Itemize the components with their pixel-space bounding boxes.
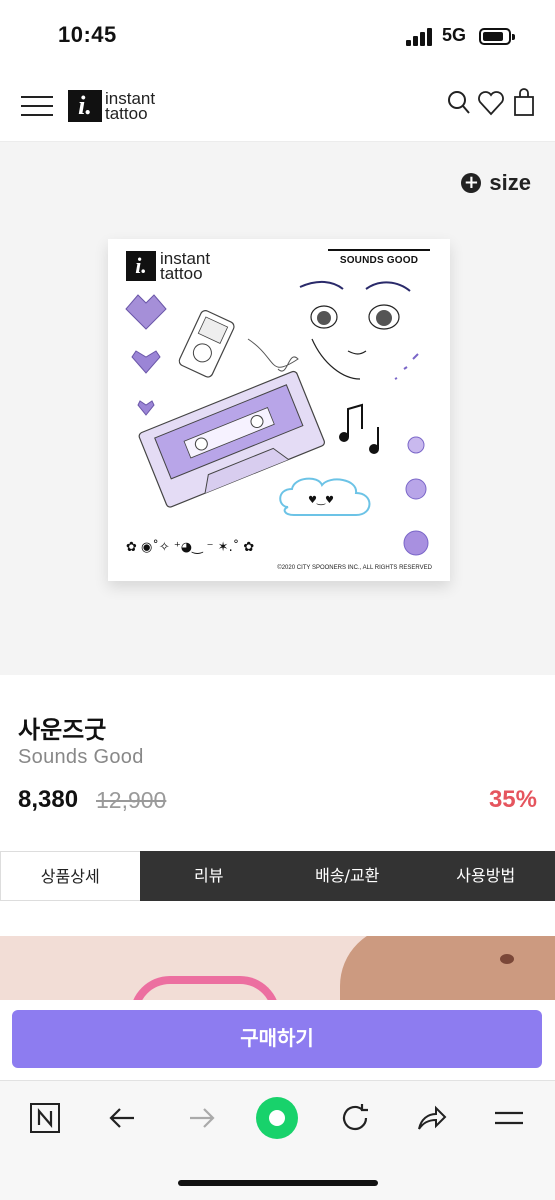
buy-bar: 구매하기: [0, 1000, 555, 1080]
logo-line-2: tattoo: [105, 104, 148, 123]
card-logo: i. instant tattoo: [126, 250, 210, 283]
size-label: size: [489, 170, 531, 195]
site-header: i. instant tattoo: [0, 72, 555, 142]
tab-reviews[interactable]: 리뷰: [139, 851, 278, 901]
tattoo-sticker-artwork: ♥‿♥ ✿ ◉˚✧ ⁺◕‿ ⁻ ✶.˚ ✿: [125, 281, 429, 556]
logo-mark: i.: [68, 90, 102, 122]
product-image-area: + size ♥‿♥ ✿ ◉˚✧ ⁺◕‿ ⁻ ✶.˚ ✿ i. instant …: [0, 142, 555, 675]
signal-icon: [406, 28, 434, 46]
product-tattoo-card[interactable]: ♥‿♥ ✿ ◉˚✧ ⁺◕‿ ⁻ ✶.˚ ✿ i. instant tattoo …: [108, 239, 450, 581]
green-home-dot-icon[interactable]: [254, 1095, 300, 1141]
forward-arrow-icon[interactable]: [184, 1101, 218, 1135]
naver-n-icon[interactable]: [28, 1101, 62, 1135]
tab-product-detail[interactable]: 상품상세: [0, 851, 140, 901]
sale-price: 8,380: [18, 786, 79, 813]
battery-icon: [479, 28, 515, 45]
card-copyright: ©2020 CITY SPOONERS INC., ALL RIGHTS RES…: [277, 565, 432, 571]
shopping-bag-icon[interactable]: [510, 86, 540, 120]
tab-how-to-use[interactable]: 사용방법: [416, 851, 555, 901]
tab-shipping-exchange[interactable]: 배송/교환: [278, 851, 417, 901]
svg-text:✿ ◉˚✧ ⁺◕‿ ⁻ ✶.˚ ✿: ✿ ◉˚✧ ⁺◕‿ ⁻ ✶.˚ ✿: [126, 539, 254, 555]
plus-circle-icon: +: [461, 173, 482, 193]
card-logo-mark: i.: [126, 251, 156, 281]
refresh-icon[interactable]: [338, 1101, 372, 1135]
menu-lines-icon[interactable]: [492, 1101, 526, 1135]
back-arrow-icon[interactable]: [106, 1101, 140, 1135]
card-logo-text: instant tattoo: [160, 250, 210, 283]
share-icon[interactable]: [414, 1101, 448, 1135]
status-bar: 10:45 5G: [0, 0, 555, 72]
search-icon[interactable]: [444, 86, 474, 120]
card-logo-line-2: tattoo: [160, 264, 203, 283]
discount-rate: 35%: [488, 786, 537, 813]
size-button[interactable]: + size: [461, 170, 531, 196]
detail-image: [0, 936, 555, 1000]
network-label: 5G: [442, 25, 467, 45]
card-title: SOUNDS GOOD: [328, 249, 430, 266]
home-indicator: [178, 1180, 378, 1186]
product-name-english: Sounds Good: [18, 746, 144, 768]
brand-logo[interactable]: i. instant tattoo: [68, 88, 155, 124]
detail-tabs: 상품상세 리뷰 배송/교환 사용방법: [0, 851, 555, 901]
original-price: 12,900: [96, 787, 167, 813]
product-name-korean: 사운즈굿: [18, 716, 107, 744]
menu-icon[interactable]: [21, 94, 53, 118]
buy-button[interactable]: 구매하기: [12, 1010, 542, 1068]
svg-text:♥‿♥: ♥‿♥: [308, 495, 334, 506]
heart-icon[interactable]: [476, 86, 506, 120]
status-time: 10:45: [58, 22, 117, 47]
logo-text: instant tattoo: [105, 90, 155, 123]
